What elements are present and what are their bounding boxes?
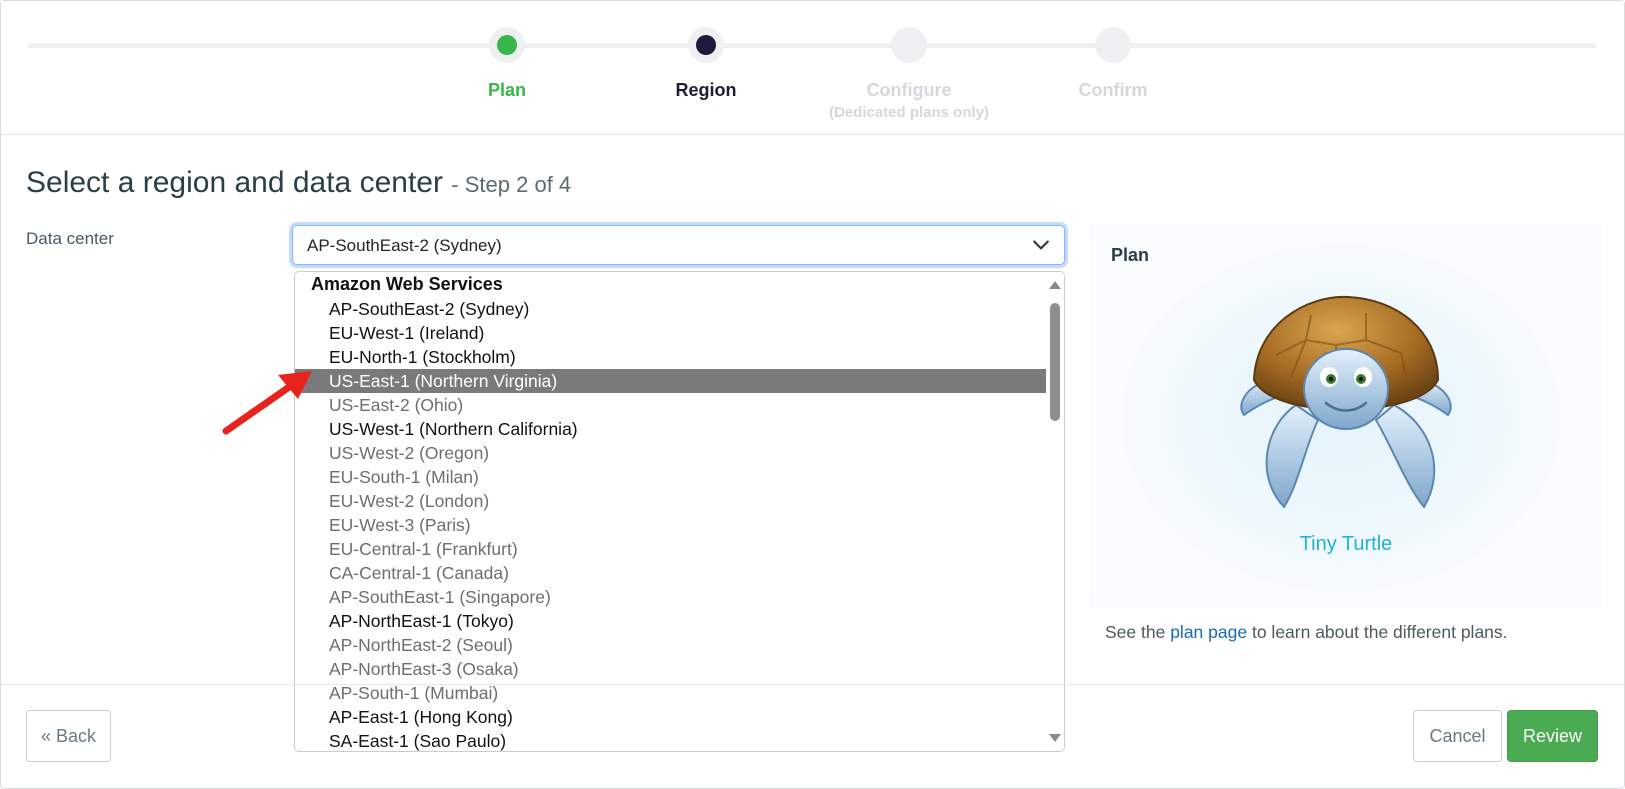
step-configure-label: Configure [866, 80, 952, 100]
step-confirm: Confirm [1013, 27, 1213, 101]
data-center-select-value: AP-SouthEast-2 (Sydney) [307, 236, 502, 255]
dropdown-option[interactable]: EU-North-1 (Stockholm) [295, 345, 1047, 369]
dropdown-option[interactable]: EU-West-1 (Ireland) [295, 321, 1047, 345]
dropdown-option[interactable]: US-East-1 (Northern Virginia) [295, 369, 1047, 393]
dropdown-option[interactable]: EU-South-1 (Milan) [295, 465, 1047, 489]
dropdown-option[interactable]: AP-SouthEast-2 (Sydney) [295, 297, 1047, 321]
step-region-circle [688, 27, 724, 63]
step-confirm-label: Confirm [1078, 80, 1148, 100]
dropdown-option[interactable]: AP-NorthEast-3 (Osaka) [295, 657, 1047, 681]
dropdown-option[interactable]: US-East-2 (Ohio) [295, 393, 1047, 417]
step-plan-label: Plan [487, 80, 526, 100]
step-region-dot [696, 35, 716, 55]
red-arrow-icon [222, 371, 312, 435]
dropdown-option[interactable]: AP-NorthEast-2 (Seoul) [295, 633, 1047, 657]
page-step-indicator: - Step 2 of 4 [451, 172, 572, 197]
data-center-label: Data center [26, 229, 114, 248]
plan-page-link[interactable]: plan page [1170, 622, 1247, 642]
scroll-thumb[interactable] [1050, 303, 1060, 421]
optgroup-label: Amazon Web Services [311, 274, 503, 294]
data-center-select[interactable]: AP-SouthEast-2 (Sydney) [292, 225, 1065, 265]
progress-stepper: Plan Region Configure (Dedicated plans o… [1, 1, 1624, 135]
plan-panel: Plan Tiny Turtle [1091, 225, 1601, 607]
dropdown-option[interactable]: AP-NorthEast-1 (Tokyo) [295, 609, 1047, 633]
plan-note-prefix: See the [1105, 622, 1166, 642]
scroll-up-arrow-icon[interactable] [1049, 281, 1061, 289]
dropdown-option[interactable]: AP-East-1 (Hong Kong) [295, 705, 1047, 729]
dropdown-option[interactable]: US-West-1 (Northern California) [295, 417, 1047, 441]
page-title: Select a region and data center - Step 2… [26, 166, 571, 200]
dropdown-scrollbar[interactable] [1046, 272, 1064, 751]
turtle-icon [1240, 295, 1452, 509]
dropdown-option[interactable]: EU-West-2 (London) [295, 489, 1047, 513]
review-button[interactable]: Review [1507, 710, 1598, 762]
back-button[interactable]: « Back [26, 710, 111, 762]
dropdown-option[interactable]: CA-Central-1 (Canada) [295, 561, 1047, 585]
step-region: Region [606, 27, 806, 101]
footer-divider [1, 684, 1624, 685]
cancel-button[interactable]: Cancel [1413, 710, 1502, 762]
step-plan-circle [489, 27, 525, 63]
plan-name: Tiny Turtle [1299, 533, 1393, 555]
step-region-label: Region [675, 80, 737, 100]
step-plan[interactable]: Plan [407, 27, 607, 101]
dropdown-option[interactable]: SA-East-1 (Sao Paulo) [295, 729, 1047, 751]
page-title-text: Select a region and data center [26, 166, 443, 199]
dropdown-option[interactable]: EU-West-3 (Paris) [295, 513, 1047, 537]
dropdown-option[interactable]: US-West-2 (Oregon) [295, 441, 1047, 465]
step-configure: Configure (Dedicated plans only) [809, 27, 1009, 121]
dropdown-option[interactable]: EU-Central-1 (Frankfurt) [295, 537, 1047, 561]
chevron-down-icon [1033, 240, 1049, 250]
step-configure-circle [891, 27, 927, 63]
step-configure-sublabel: (Dedicated plans only) [828, 104, 990, 121]
scroll-down-arrow-icon[interactable] [1049, 734, 1061, 742]
plan-panel-title: Plan [1111, 245, 1150, 265]
data-center-dropdown-list[interactable]: Amazon Web Services AP-SouthEast-2 (Sydn… [294, 271, 1065, 752]
dropdown-option[interactable]: AP-SouthEast-1 (Singapore) [295, 585, 1047, 609]
step-plan-dot [497, 35, 517, 55]
plan-note: See the plan page to learn about the dif… [1105, 622, 1508, 643]
plan-note-suffix: to learn about the different plans. [1251, 622, 1508, 642]
step-confirm-circle [1095, 27, 1131, 63]
